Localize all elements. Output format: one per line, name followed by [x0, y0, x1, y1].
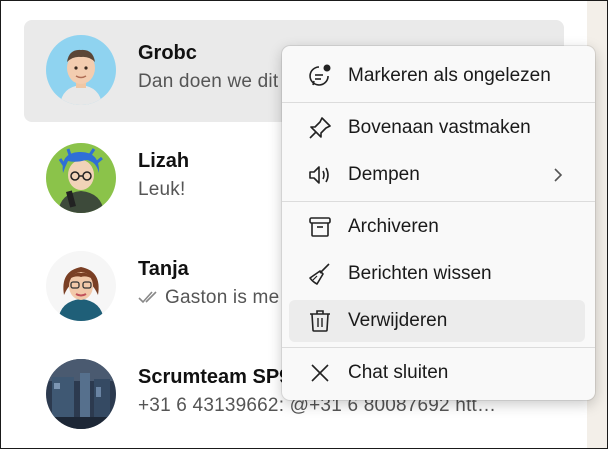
menu-item-pin[interactable]: Bovenaan vastmaken: [289, 107, 585, 149]
chat-name: Lizah: [138, 150, 190, 172]
chat-name: Scrumteam SP9: [138, 366, 291, 388]
chat-name: Tanja: [138, 258, 189, 280]
menu-item-label: Berichten wissen: [348, 263, 492, 284]
menu-item-mark-unread[interactable]: Markeren als ongelezen: [289, 55, 585, 97]
menu-item-clear-messages[interactable]: Berichten wissen: [289, 253, 585, 295]
chat-context-menu: Markeren als ongelezen Bovenaan vastmake…: [282, 46, 595, 400]
chat-name: Grobc: [138, 42, 197, 64]
broom-icon: [307, 261, 333, 287]
avatar: [46, 251, 116, 321]
chat-preview: Dan doen we dit: [138, 71, 279, 92]
close-icon: [307, 360, 333, 386]
chevron-right-icon: [551, 167, 565, 183]
double-check-icon: [138, 288, 162, 304]
speaker-icon: [307, 162, 333, 188]
trash-icon: [307, 308, 333, 334]
menu-item-label: Dempen: [348, 164, 420, 185]
avatar: [46, 35, 116, 105]
chat-preview-text: Gaston is me: [165, 287, 280, 308]
menu-item-label: Chat sluiten: [348, 362, 449, 383]
mark-unread-icon: [307, 63, 333, 89]
menu-divider: [282, 201, 595, 202]
menu-item-label: Markeren als ongelezen: [348, 65, 551, 86]
archive-icon: [307, 214, 333, 240]
menu-divider: [282, 347, 595, 348]
menu-item-close-chat[interactable]: Chat sluiten: [289, 352, 585, 394]
menu-divider: [282, 102, 595, 103]
chat-preview: Gaston is me: [138, 287, 279, 309]
menu-item-label: Bovenaan vastmaken: [348, 117, 531, 138]
menu-item-label: Verwijderen: [348, 310, 448, 331]
app-window: Grobc 12-2-2024 Dan doen we dit Liz: [0, 0, 608, 449]
pin-icon: [307, 115, 333, 141]
avatar: [46, 143, 116, 213]
avatar: [46, 359, 116, 429]
chat-preview: Leuk!: [138, 179, 186, 200]
menu-item-delete[interactable]: Verwijderen: [289, 300, 585, 342]
menu-item-archive[interactable]: Archiveren: [289, 206, 585, 248]
menu-item-mute[interactable]: Dempen: [289, 154, 585, 196]
menu-item-label: Archiveren: [348, 216, 439, 237]
